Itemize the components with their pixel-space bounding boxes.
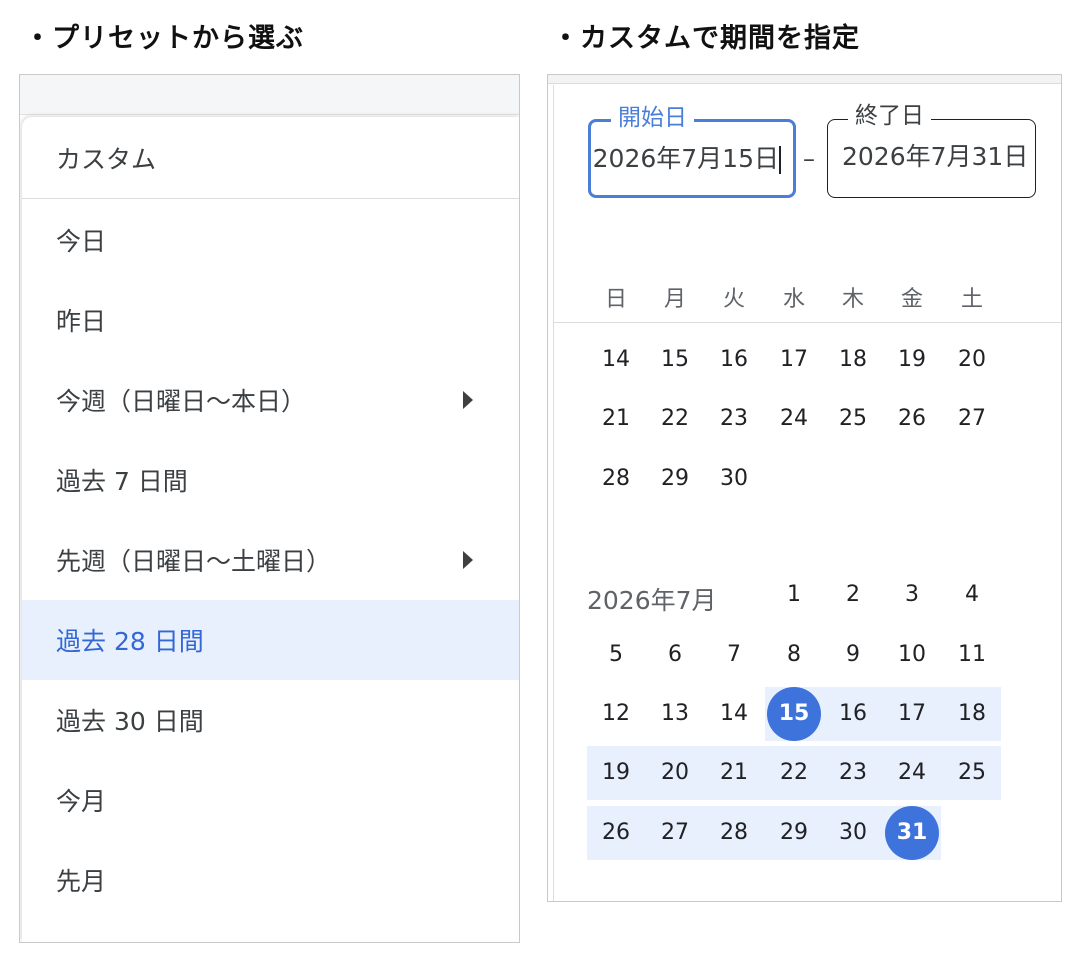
month-label: 2026年7月 bbox=[587, 586, 717, 615]
calendar-day[interactable]: 21 bbox=[707, 746, 761, 800]
weekday-label: 月 bbox=[663, 287, 686, 312]
start-date-label: 開始日 bbox=[611, 104, 694, 132]
calendar-day[interactable]: 28 bbox=[589, 452, 643, 506]
calendar-day[interactable]: 20 bbox=[945, 333, 999, 387]
preset-item-last-7-days[interactable]: 過去 7 日間 bbox=[22, 440, 519, 520]
calendar-day[interactable]: 24 bbox=[767, 392, 821, 446]
preset-heading: ・プリセットから選ぶ bbox=[24, 23, 304, 54]
calendar-day[interactable]: 19 bbox=[885, 333, 939, 387]
calendar-day[interactable]: 11 bbox=[945, 628, 999, 682]
calendar-day[interactable]: 26 bbox=[589, 806, 643, 860]
end-date-label: 終了日 bbox=[848, 102, 931, 130]
preset-panel: カスタム 今日 昨日 今週（日曜日〜本日） 過去 7 日間 先週（日曜日〜土曜日… bbox=[19, 74, 520, 943]
calendar-day[interactable]: 28 bbox=[707, 806, 761, 860]
preset-panel-topbar bbox=[20, 75, 519, 115]
calendar-day[interactable]: 22 bbox=[648, 392, 702, 446]
calendar-day[interactable]: 17 bbox=[767, 333, 821, 387]
start-date-input[interactable]: 2026年7月15日 bbox=[593, 142, 779, 176]
custom-panel-topbar bbox=[548, 75, 1061, 84]
preset-item-label: 昨日 bbox=[56, 307, 107, 336]
preset-item-last-month[interactable]: 先月 bbox=[22, 840, 519, 920]
end-date-input[interactable]: 2026年7月31日 bbox=[842, 140, 1028, 174]
calendar-day[interactable]: 7 bbox=[707, 628, 761, 682]
preset-item-last-30-days[interactable]: 過去 30 日間 bbox=[22, 680, 519, 760]
calendar-day[interactable]: 21 bbox=[589, 392, 643, 446]
weekday-label: 土 bbox=[960, 287, 983, 312]
calendar-day[interactable]: 6 bbox=[648, 628, 702, 682]
calendar-day[interactable]: 13 bbox=[648, 687, 702, 741]
calendar-day[interactable]: 16 bbox=[826, 687, 880, 741]
calendar-day[interactable]: 23 bbox=[707, 392, 761, 446]
calendar-day[interactable]: 30 bbox=[707, 452, 761, 506]
custom-heading: ・カスタムで期間を指定 bbox=[552, 23, 860, 54]
preset-item-label: 先月 bbox=[56, 867, 107, 896]
calendar-day[interactable]: 14 bbox=[589, 333, 643, 387]
preset-item-label: 過去 28 日間 bbox=[56, 627, 204, 656]
calendar-day[interactable]: 29 bbox=[767, 806, 821, 860]
calendar-day[interactable]: 9 bbox=[826, 628, 880, 682]
calendar-day[interactable]: 5 bbox=[589, 628, 643, 682]
chevron-right-icon bbox=[463, 391, 473, 409]
preset-menu: カスタム 今日 昨日 今週（日曜日〜本日） 過去 7 日間 先週（日曜日〜土曜日… bbox=[22, 117, 519, 942]
calendar-day-selected[interactable]: 15 bbox=[767, 687, 821, 741]
calendar-day[interactable]: 23 bbox=[826, 746, 880, 800]
preset-item-last-28-days[interactable]: 過去 28 日間 bbox=[22, 600, 519, 680]
calendar-day[interactable]: 26 bbox=[885, 392, 939, 446]
calendar-day[interactable]: 2 bbox=[826, 568, 880, 622]
calendar-day[interactable]: 20 bbox=[648, 746, 702, 800]
calendar-day[interactable]: 18 bbox=[945, 687, 999, 741]
weekday-header: 日 月 火 水 木 金 土 bbox=[554, 273, 1061, 323]
calendar-day[interactable]: 19 bbox=[589, 746, 643, 800]
preset-item-label: 今月 bbox=[56, 787, 107, 816]
calendar-day[interactable]: 15 bbox=[648, 333, 702, 387]
calendar-day[interactable]: 18 bbox=[826, 333, 880, 387]
calendar-day-selected[interactable]: 31 bbox=[885, 806, 939, 860]
calendar-day[interactable]: 3 bbox=[885, 568, 939, 622]
calendar-day[interactable]: 17 bbox=[885, 687, 939, 741]
preset-item-this-week[interactable]: 今週（日曜日〜本日） bbox=[22, 360, 519, 440]
date-range-picker: 2026年7月15日 開始日 – 2026年7月31日 終了日 日 月 火 水 … bbox=[553, 85, 1061, 901]
weekday-label: 水 bbox=[782, 287, 805, 312]
date-range-separator: – bbox=[803, 145, 815, 173]
weekday-label: 木 bbox=[841, 287, 864, 312]
preset-item-label: カスタム bbox=[56, 144, 157, 174]
calendar-day[interactable]: 30 bbox=[826, 806, 880, 860]
weekday-label: 火 bbox=[722, 287, 745, 312]
calendar-day[interactable]: 4 bbox=[945, 568, 999, 622]
preset-item-label: 先週（日曜日〜土曜日） bbox=[56, 547, 332, 576]
calendar-day[interactable]: 25 bbox=[826, 392, 880, 446]
preset-item-label: 過去 30 日間 bbox=[56, 707, 204, 736]
calendar-day[interactable]: 27 bbox=[945, 392, 999, 446]
calendar-day[interactable]: 8 bbox=[767, 628, 821, 682]
weekday-label: 日 bbox=[604, 287, 627, 312]
calendar-day[interactable]: 25 bbox=[945, 746, 999, 800]
preset-item-custom[interactable]: カスタム bbox=[22, 117, 519, 199]
start-date-field[interactable]: 2026年7月15日 開始日 bbox=[588, 104, 796, 198]
preset-item-label: 今日 bbox=[56, 227, 107, 256]
preset-item-last-week[interactable]: 先週（日曜日〜土曜日） bbox=[22, 520, 519, 600]
custom-panel: 2026年7月15日 開始日 – 2026年7月31日 終了日 日 月 火 水 … bbox=[547, 74, 1062, 902]
calendar-day[interactable]: 29 bbox=[648, 452, 702, 506]
calendar-day[interactable]: 16 bbox=[707, 333, 761, 387]
text-cursor bbox=[779, 146, 781, 174]
preset-item-label: 過去 7 日間 bbox=[56, 467, 188, 496]
weekday-label: 金 bbox=[900, 287, 923, 312]
end-date-field[interactable]: 2026年7月31日 終了日 bbox=[827, 102, 1036, 198]
calendar-day[interactable]: 10 bbox=[885, 628, 939, 682]
preset-item-yesterday[interactable]: 昨日 bbox=[22, 280, 519, 360]
preset-item-label: 今週（日曜日〜本日） bbox=[56, 387, 307, 416]
calendar-day[interactable]: 14 bbox=[707, 687, 761, 741]
calendar-day[interactable]: 1 bbox=[767, 568, 821, 622]
preset-item-today[interactable]: 今日 bbox=[22, 200, 519, 280]
calendar-day[interactable]: 27 bbox=[648, 806, 702, 860]
calendar-day[interactable]: 22 bbox=[767, 746, 821, 800]
calendar-day[interactable]: 12 bbox=[589, 687, 643, 741]
preset-item-this-month[interactable]: 今月 bbox=[22, 760, 519, 840]
chevron-right-icon bbox=[463, 551, 473, 569]
calendar-day[interactable]: 24 bbox=[885, 746, 939, 800]
